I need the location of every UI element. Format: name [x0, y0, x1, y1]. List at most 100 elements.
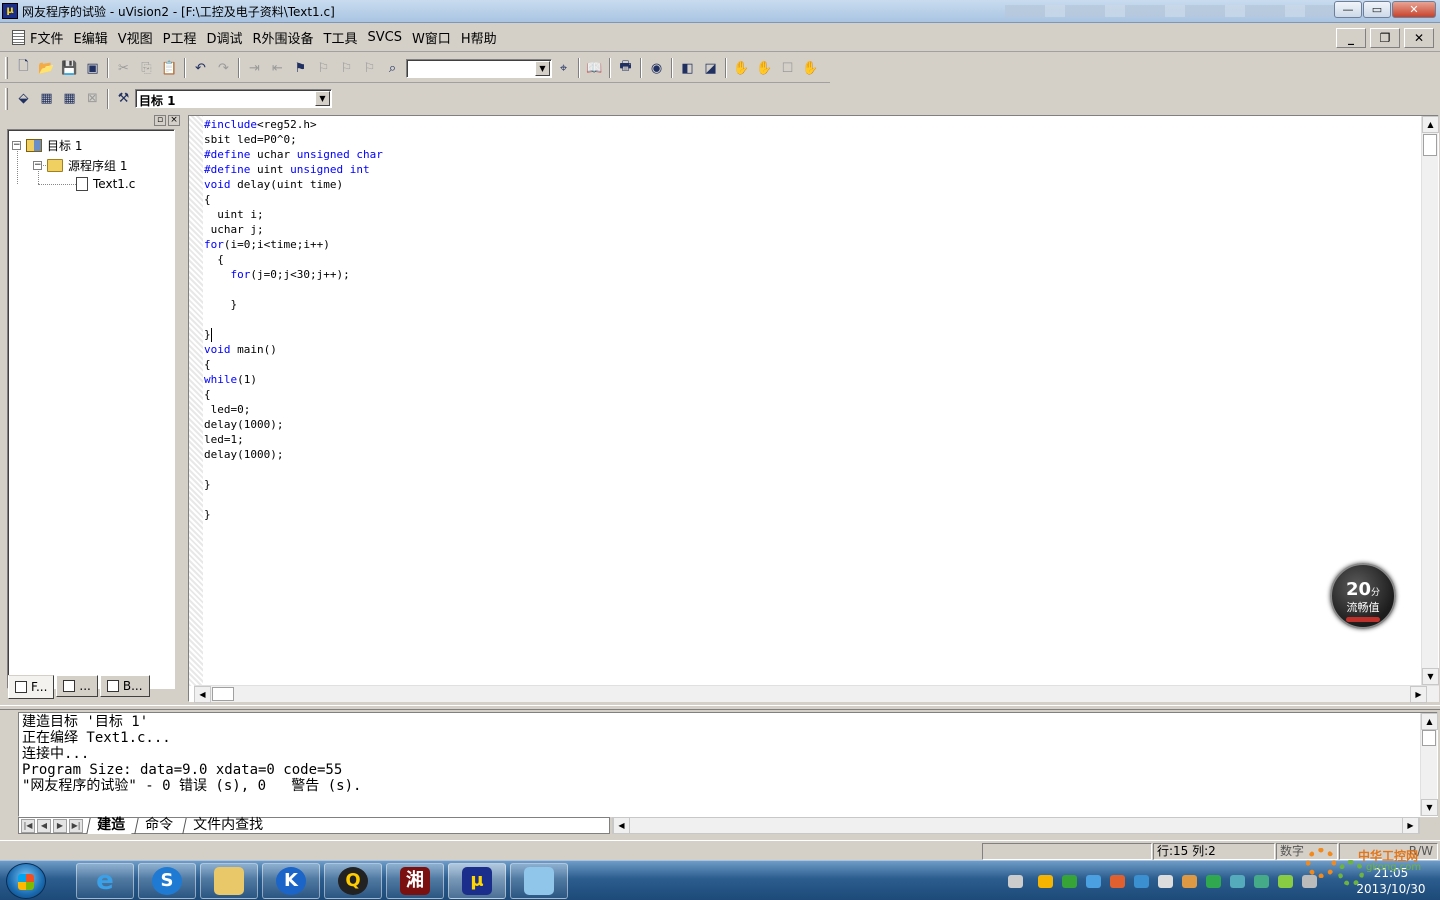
hscroll-thumb[interactable]: [212, 687, 234, 701]
hand-icon[interactable]: ✋: [730, 57, 753, 79]
code-line[interactable]: [204, 492, 383, 507]
menu-view[interactable]: V视图: [115, 28, 156, 47]
toolbar-grip[interactable]: [5, 57, 8, 79]
workspace-window-icon[interactable]: ◧: [676, 57, 699, 79]
menu-window[interactable]: W窗口: [409, 28, 454, 47]
binoculars-icon[interactable]: ⌖: [552, 57, 575, 79]
new-file-icon[interactable]: 🗋: [12, 57, 35, 79]
code-line[interactable]: }: [204, 327, 383, 342]
code-line[interactable]: }: [204, 297, 383, 312]
paste-icon[interactable]: 📋: [158, 57, 181, 79]
code-line[interactable]: void delay(uint time): [204, 177, 383, 192]
menu-project[interactable]: P工程: [160, 28, 200, 47]
smile-tray-icon[interactable]: [1278, 875, 1293, 888]
collapse-icon[interactable]: −: [12, 141, 21, 150]
code-line[interactable]: delay(1000);: [204, 417, 383, 432]
last-tab-icon[interactable]: ▶|: [69, 818, 83, 833]
hand-grey-icon[interactable]: ☐: [776, 57, 799, 79]
stop-build-icon[interactable]: ⊠: [81, 88, 104, 110]
code-editor[interactable]: #include<reg52.h> sbit led=P0^0; #define u…: [188, 115, 1439, 703]
print-icon[interactable]: 🖶: [614, 57, 637, 79]
volume-icon[interactable]: [1158, 875, 1173, 888]
menu-edit[interactable]: E编辑: [70, 28, 110, 47]
open-folder-icon[interactable]: 📂: [35, 57, 58, 79]
code-line[interactable]: #define uint unsigned int: [204, 162, 383, 177]
code-line[interactable]: }: [204, 507, 383, 522]
code-line[interactable]: led=0;: [204, 402, 383, 417]
editor-hscroll[interactable]: ◀ ▶: [194, 685, 1439, 703]
clear-bookmarks-icon[interactable]: ⚐: [358, 57, 381, 79]
qq-tray-icon[interactable]: [1038, 875, 1053, 888]
code-line[interactable]: {: [204, 192, 383, 207]
code-line[interactable]: delay(1000);: [204, 447, 383, 462]
document-icon[interactable]: [12, 30, 25, 45]
copy-icon[interactable]: ⎘: [135, 57, 158, 79]
scroll-thumb[interactable]: [1422, 730, 1436, 746]
mdi-restore-button[interactable]: ❐: [1370, 28, 1400, 48]
scroll-up-icon[interactable]: ▲: [1421, 713, 1438, 730]
editor-vscroll[interactable]: ▲ ▼: [1421, 116, 1439, 686]
menu-debug[interactable]: D调试: [203, 28, 245, 47]
build-target-icon[interactable]: ▦: [35, 88, 58, 110]
save-all-icon[interactable]: ▣: [81, 57, 104, 79]
scroll-left-icon[interactable]: ◀: [194, 686, 211, 703]
prev-bookmark-icon[interactable]: ⚐: [312, 57, 335, 79]
fluency-widget[interactable]: 20分 流畅值: [1330, 563, 1396, 629]
taskbar-app-explorer[interactable]: [200, 863, 258, 899]
output-vscroll[interactable]: ▲ ▼: [1420, 713, 1438, 816]
tab-files[interactable]: F...: [8, 675, 55, 699]
close-button[interactable]: ✕: [1392, 1, 1436, 18]
scroll-down-icon[interactable]: ▼: [1422, 668, 1439, 685]
code-line[interactable]: [204, 282, 383, 297]
tab-command[interactable]: 命令: [134, 817, 183, 834]
code-line[interactable]: void main(): [204, 342, 383, 357]
target-options-icon[interactable]: ⚒: [112, 88, 135, 110]
mail-tray-icon[interactable]: [1230, 875, 1245, 888]
chevron-down-icon[interactable]: ▼: [535, 60, 550, 76]
code-line[interactable]: sbit led=P0^0;: [204, 132, 383, 147]
prev-tab-icon[interactable]: ◀: [37, 818, 51, 833]
tab-build[interactable]: 建造: [86, 817, 135, 834]
minimize-button[interactable]: —: [1334, 1, 1362, 18]
chat-tray-icon[interactable]: [1206, 875, 1221, 888]
scroll-right-icon[interactable]: ▶: [1410, 686, 1427, 703]
book-icon[interactable]: 📖: [583, 57, 606, 79]
chevron-down-icon[interactable]: ▼: [315, 91, 330, 106]
toggle-bookmark-icon[interactable]: ⚑: [289, 57, 312, 79]
scroll-down-icon[interactable]: ▼: [1421, 799, 1438, 816]
output-hscroll[interactable]: ◀ ▶: [612, 817, 1420, 834]
translate-icon[interactable]: ⬙: [12, 88, 35, 110]
next-bookmark-icon[interactable]: ⚐: [335, 57, 358, 79]
code-line[interactable]: #include<reg52.h>: [204, 117, 383, 132]
hand-clear-icon[interactable]: ✋: [799, 57, 822, 79]
scroll-right-icon[interactable]: ▶: [1402, 817, 1419, 834]
save-icon[interactable]: 💾: [58, 57, 81, 79]
hand-stop-icon[interactable]: ✋: [753, 57, 776, 79]
unindent-icon[interactable]: ⇤: [266, 57, 289, 79]
keyboard-icon[interactable]: [1008, 875, 1023, 888]
scroll-left-icon[interactable]: ◀: [613, 817, 630, 834]
taskbar-app-kugou[interactable]: K: [262, 863, 320, 899]
tab-find-in-files[interactable]: 文件内查找: [182, 817, 273, 834]
code-line[interactable]: {: [204, 357, 383, 372]
taskbar-app-qq[interactable]: Q: [324, 863, 382, 899]
network-tray-icon[interactable]: [1086, 875, 1101, 888]
code-line[interactable]: }: [204, 477, 383, 492]
rebuild-all-icon[interactable]: ▦: [58, 88, 81, 110]
menu-help[interactable]: H帮助: [458, 28, 500, 47]
undo-icon[interactable]: ↶: [189, 57, 212, 79]
code-text[interactable]: #include<reg52.h> sbit led=P0^0; #define u…: [204, 117, 383, 522]
code-line[interactable]: while(1): [204, 372, 383, 387]
code-line[interactable]: [204, 312, 383, 327]
next-tab-icon[interactable]: ▶: [53, 818, 67, 833]
globe-tray-icon[interactable]: [1254, 875, 1269, 888]
tree-file-row[interactable]: Text1.c: [76, 177, 135, 191]
speaker-icon[interactable]: [1182, 875, 1197, 888]
cut-icon[interactable]: ✂: [112, 57, 135, 79]
mdi-minimize-button[interactable]: _: [1336, 28, 1366, 48]
tab-regs[interactable]: ...: [56, 675, 98, 697]
qq-tray-icon-2[interactable]: [1110, 875, 1125, 888]
code-line[interactable]: uint i;: [204, 207, 383, 222]
update-tray-icon[interactable]: [1134, 875, 1149, 888]
redo-icon[interactable]: ↷: [212, 57, 235, 79]
